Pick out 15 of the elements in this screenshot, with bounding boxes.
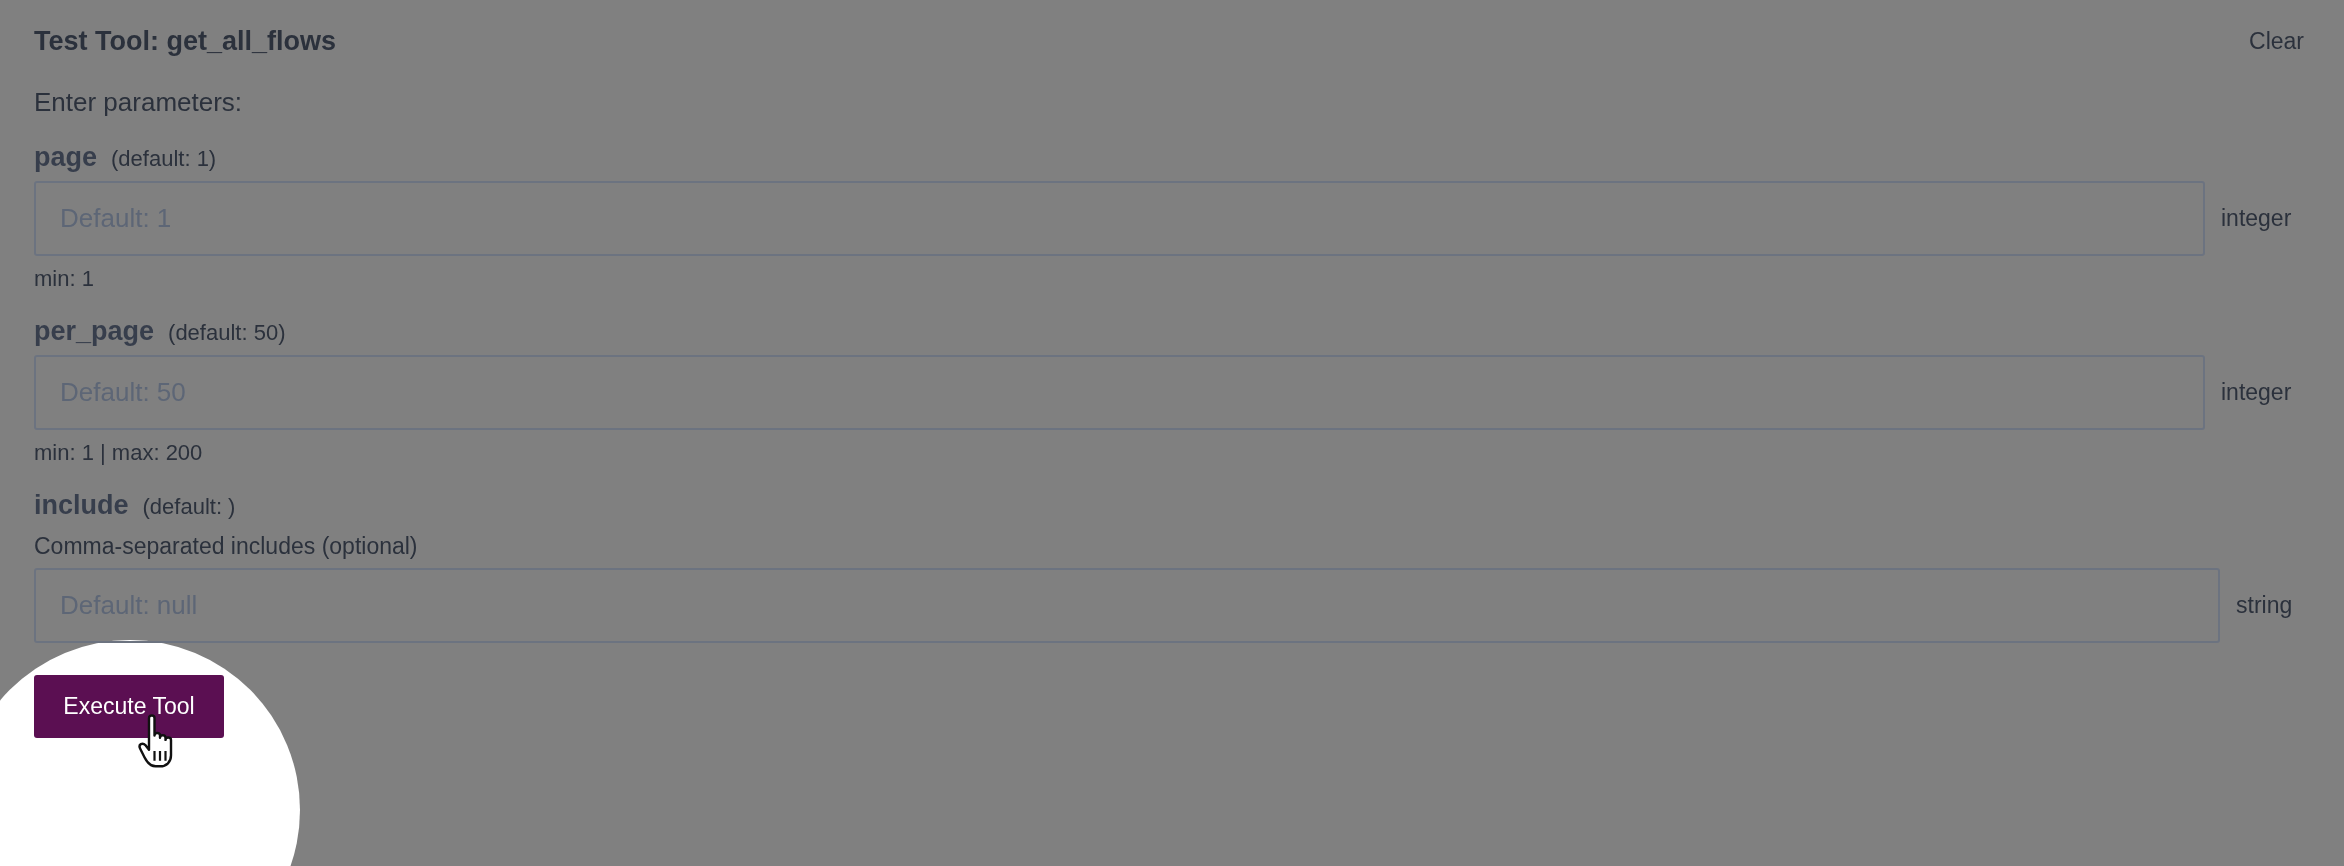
param-type: string bbox=[2236, 592, 2293, 619]
param-default: (default: 50) bbox=[168, 320, 286, 346]
param-name: include bbox=[34, 490, 129, 521]
param-default: (default: 1) bbox=[111, 146, 217, 172]
execute-button[interactable]: Execute Tool bbox=[34, 675, 224, 738]
tool-title: Test Tool: get_all_flows bbox=[34, 26, 337, 57]
param-default: (default: ) bbox=[142, 494, 236, 520]
param-hint: min: 1 | max: 200 bbox=[34, 440, 204, 466]
param-type: integer bbox=[2221, 205, 2292, 232]
param-type: integer bbox=[2221, 379, 2292, 406]
param-description: Comma-separated includes (optional) bbox=[34, 533, 419, 560]
param-hint: min: 1 bbox=[34, 266, 95, 292]
intro-text: Enter parameters: bbox=[34, 87, 244, 118]
param-name: per_page bbox=[34, 316, 155, 347]
param-name: page bbox=[34, 142, 98, 173]
